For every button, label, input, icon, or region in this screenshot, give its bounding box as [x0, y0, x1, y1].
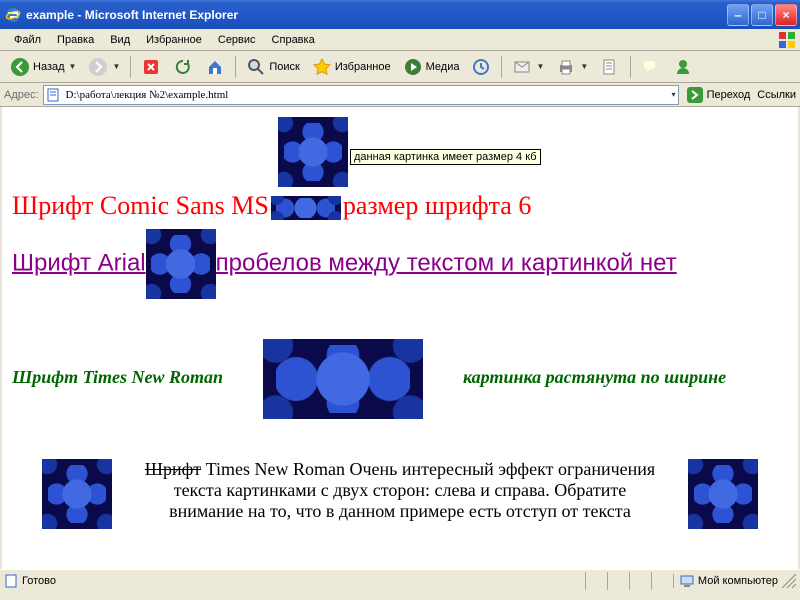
times-roman-line: Шрифт Times New Roman картинка растянута …: [12, 339, 788, 419]
address-bar: Адрес: ▾ Переход Ссылки: [0, 83, 800, 107]
media-button[interactable]: Медиа: [399, 55, 464, 79]
discuss-button[interactable]: [637, 55, 665, 79]
ornament-image-3: [146, 229, 216, 299]
arial-line: Шрифт Arial пробелов между текстом и карт…: [12, 229, 788, 299]
history-icon: [471, 57, 491, 77]
page-icon: [46, 88, 60, 102]
stop-icon: [141, 57, 161, 77]
home-icon: [205, 57, 225, 77]
forward-icon: [88, 57, 108, 77]
menubar: Файл Правка Вид Избранное Сервис Справка: [0, 29, 800, 51]
stop-button[interactable]: [137, 55, 165, 79]
go-label: Переход: [707, 89, 751, 101]
favorites-button[interactable]: Избранное: [308, 55, 395, 79]
mail-icon: [512, 57, 532, 77]
refresh-icon: [173, 57, 193, 77]
history-button[interactable]: [467, 55, 495, 79]
back-button[interactable]: Назад▼: [6, 55, 80, 79]
my-computer-icon: [680, 574, 694, 588]
paragraph-block: Шрифт Times New Roman Очень интересный э…: [12, 459, 788, 522]
links-label[interactable]: Ссылки: [757, 89, 796, 101]
roman-text-1: Шрифт Times New Roman: [12, 367, 223, 387]
para-strike-text: Шрифт: [145, 459, 201, 479]
para-rest-text: Times New Roman Очень интересный эффект …: [169, 459, 655, 521]
ornament-image-2: [271, 196, 341, 220]
go-button[interactable]: Переход: [683, 86, 754, 104]
edit-button[interactable]: [596, 55, 624, 79]
menu-edit[interactable]: Правка: [49, 32, 102, 48]
favorites-label: Избранное: [335, 61, 391, 73]
ornament-image-6: [688, 459, 758, 529]
forward-button[interactable]: ▼: [84, 55, 124, 79]
url-dropdown-icon[interactable]: ▾: [672, 90, 676, 99]
status-ready: Готово: [22, 575, 56, 587]
status-zone: Мой компьютер: [698, 575, 778, 587]
menu-file[interactable]: Файл: [6, 32, 49, 48]
comic-text-2: размер шрифта 6: [343, 191, 531, 220]
back-label: Назад: [33, 61, 65, 73]
mail-button[interactable]: ▼: [508, 55, 548, 79]
menu-help[interactable]: Справка: [264, 32, 323, 48]
edit-icon: [600, 57, 620, 77]
arial-text-1: Шрифт Arial: [12, 249, 146, 276]
star-icon: [312, 57, 332, 77]
page-content: данная картинка имеет размер 4 кб Шрифт …: [0, 107, 800, 569]
minimize-button[interactable]: ‒: [727, 4, 749, 26]
windows-logo-icon: [778, 31, 796, 49]
comic-sans-line: Шрифт Comic Sans MS размер шрифта 6: [12, 191, 788, 221]
image-tooltip: данная картинка имеет размер 4 кб: [350, 149, 541, 165]
search-icon: [246, 57, 266, 77]
print-button[interactable]: ▼: [552, 55, 592, 79]
ornament-image-5: [42, 459, 112, 529]
search-label: Поиск: [269, 61, 299, 73]
go-icon: [686, 86, 704, 104]
print-icon: [556, 57, 576, 77]
window-title: example - Microsoft Internet Explorer: [26, 8, 727, 22]
url-input[interactable]: [64, 88, 667, 102]
ie-logo-icon: [5, 7, 21, 23]
messenger-button[interactable]: [669, 55, 697, 79]
ornament-image-4: [263, 339, 423, 419]
address-label: Адрес:: [4, 89, 39, 101]
resize-grip-icon[interactable]: [782, 574, 796, 588]
menu-favorites[interactable]: Избранное: [138, 32, 210, 48]
discuss-icon: [641, 57, 661, 77]
search-button[interactable]: Поиск: [242, 55, 303, 79]
ornament-image-1: [278, 117, 348, 187]
page-ready-icon: [4, 574, 18, 588]
close-button[interactable]: ×: [775, 4, 797, 26]
titlebar: example - Microsoft Internet Explorer ‒ …: [0, 0, 800, 29]
comic-text-1: Шрифт Comic Sans MS: [12, 191, 269, 220]
media-icon: [403, 57, 423, 77]
roman-text-2: картинка растянута по ширине: [463, 367, 726, 387]
arial-text-2: пробелов между текстом и картинкой нет: [216, 249, 677, 276]
menu-tools[interactable]: Сервис: [210, 32, 264, 48]
statusbar: Готово Мой компьютер: [0, 569, 800, 591]
url-box[interactable]: ▾: [43, 85, 679, 105]
menu-view[interactable]: Вид: [102, 32, 138, 48]
maximize-button[interactable]: □: [751, 4, 773, 26]
toolbar: Назад▼ ▼ Поиск Избранное Медиа ▼ ▼: [0, 51, 800, 83]
media-label: Медиа: [426, 61, 460, 73]
back-icon: [10, 57, 30, 77]
home-button[interactable]: [201, 55, 229, 79]
messenger-icon: [673, 57, 693, 77]
refresh-button[interactable]: [169, 55, 197, 79]
